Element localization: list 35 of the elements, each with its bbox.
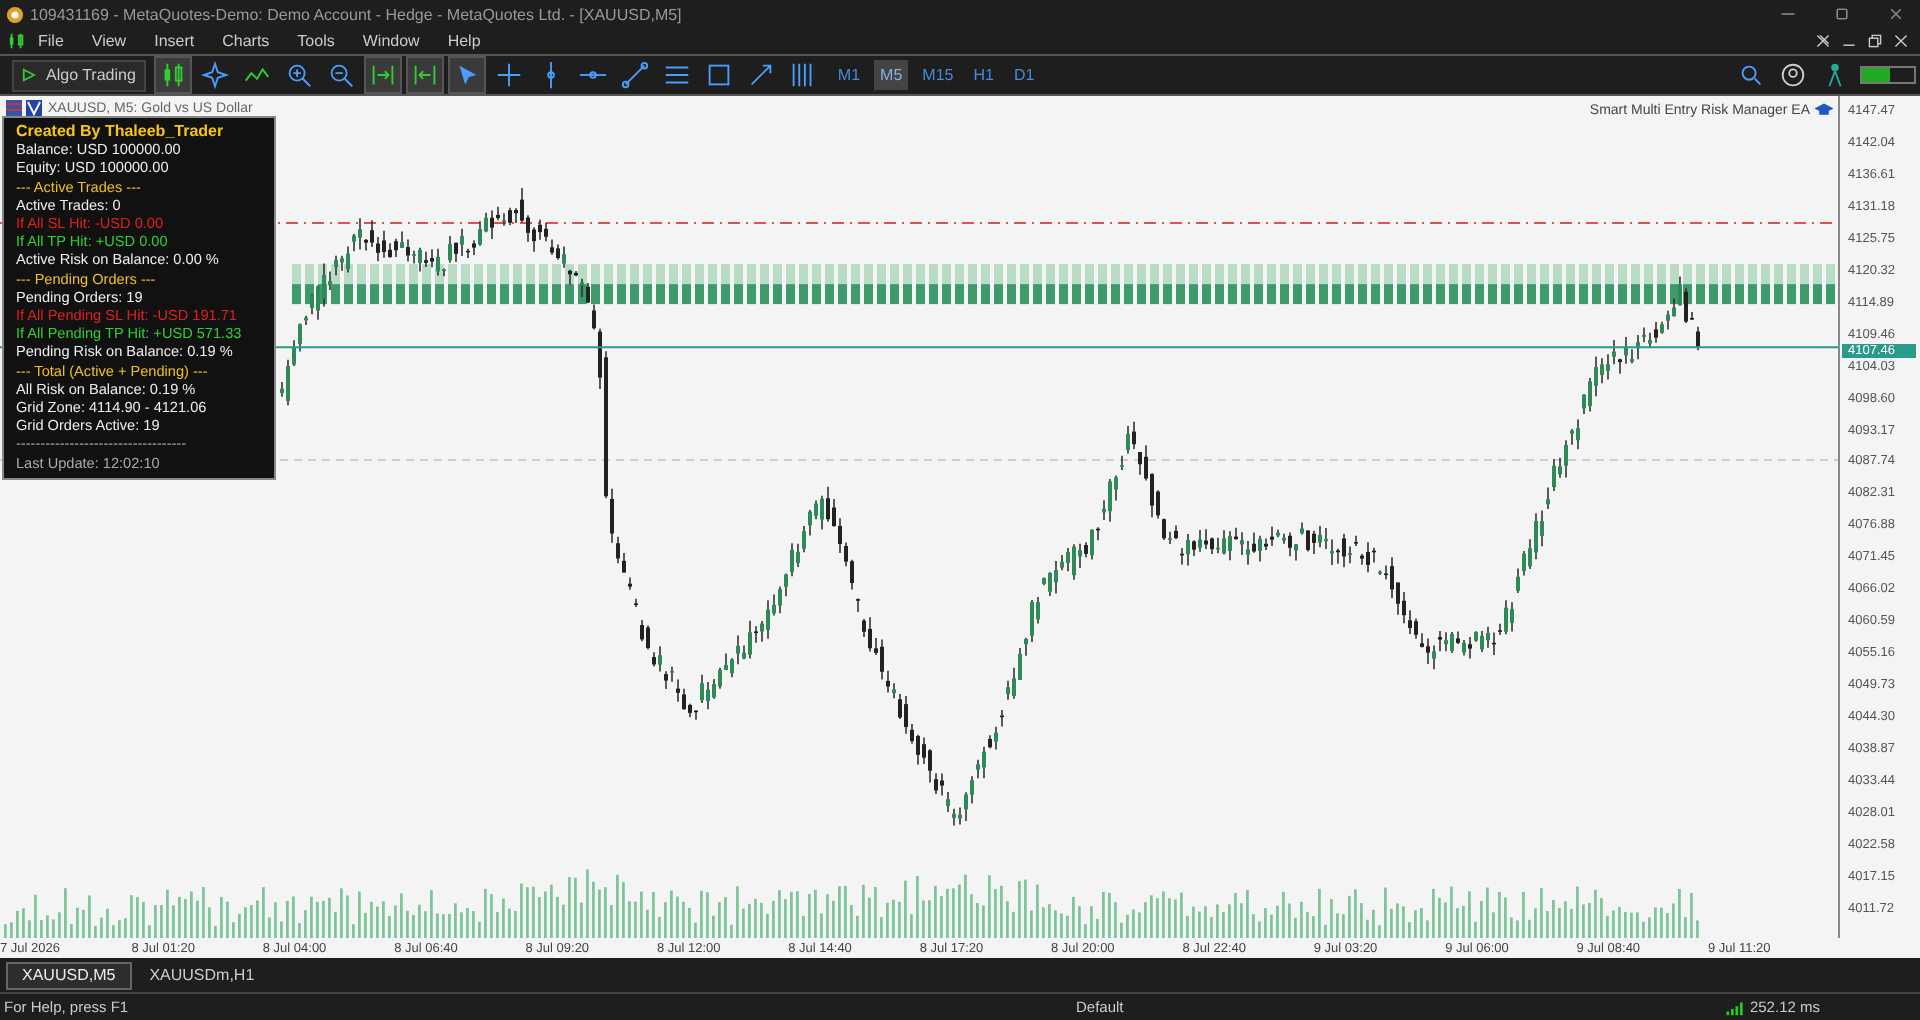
close-icon[interactable] <box>1888 6 1904 22</box>
chart-tab[interactable]: XAUUSD,M5 <box>6 961 132 989</box>
signal-bar-icon <box>1860 66 1916 84</box>
timeframe-button[interactable]: D1 <box>1007 60 1041 90</box>
timeframe-button[interactable]: M5 <box>874 60 909 90</box>
close-icon[interactable] <box>1894 34 1908 48</box>
menu-item[interactable]: Insert <box>154 32 195 50</box>
restore-icon[interactable] <box>1868 34 1882 48</box>
menu-item[interactable]: Help <box>447 32 481 50</box>
menu-item[interactable]: Tools <box>297 32 335 50</box>
menu-item[interactable]: Window <box>362 32 420 50</box>
algo-trading-button[interactable]: Algo Trading <box>12 59 146 91</box>
app-icon <box>6 5 24 23</box>
panel-text: Created By Thaleeb_Trader <box>16 122 226 141</box>
timeframe-button[interactable]: M1 <box>831 60 867 90</box>
play-icon <box>22 68 36 82</box>
chart-icon <box>8 32 26 50</box>
menu-item[interactable]: File <box>38 32 64 50</box>
cursor-icon[interactable] <box>449 58 484 92</box>
restore-icon[interactable] <box>1834 6 1850 22</box>
flag-icon <box>6 100 42 116</box>
menu-item[interactable]: View <box>91 32 127 50</box>
timeframe-button[interactable]: H1 <box>967 60 1000 90</box>
chart-tab[interactable]: XAUUSDm,H1 <box>135 961 269 989</box>
timeframe-button[interactable]: M15 <box>916 60 960 90</box>
candles-icon[interactable] <box>155 58 190 92</box>
scroll-icon[interactable] <box>407 58 442 92</box>
window-title: 109431169 - MetaQuotes-Demo: Demo Account - Hedge - MetaQuotes Ltd. - [XAUUSD,M5] <box>30 5 682 23</box>
sparkle-icon[interactable] <box>197 58 232 92</box>
graduation-cap-icon <box>1814 102 1834 118</box>
trend-icon[interactable] <box>617 58 652 92</box>
shift-icon[interactable] <box>365 58 400 92</box>
menu-item[interactable]: Charts <box>222 32 270 50</box>
signal-icon <box>1725 999 1744 1015</box>
account-icon[interactable] <box>1776 58 1810 92</box>
